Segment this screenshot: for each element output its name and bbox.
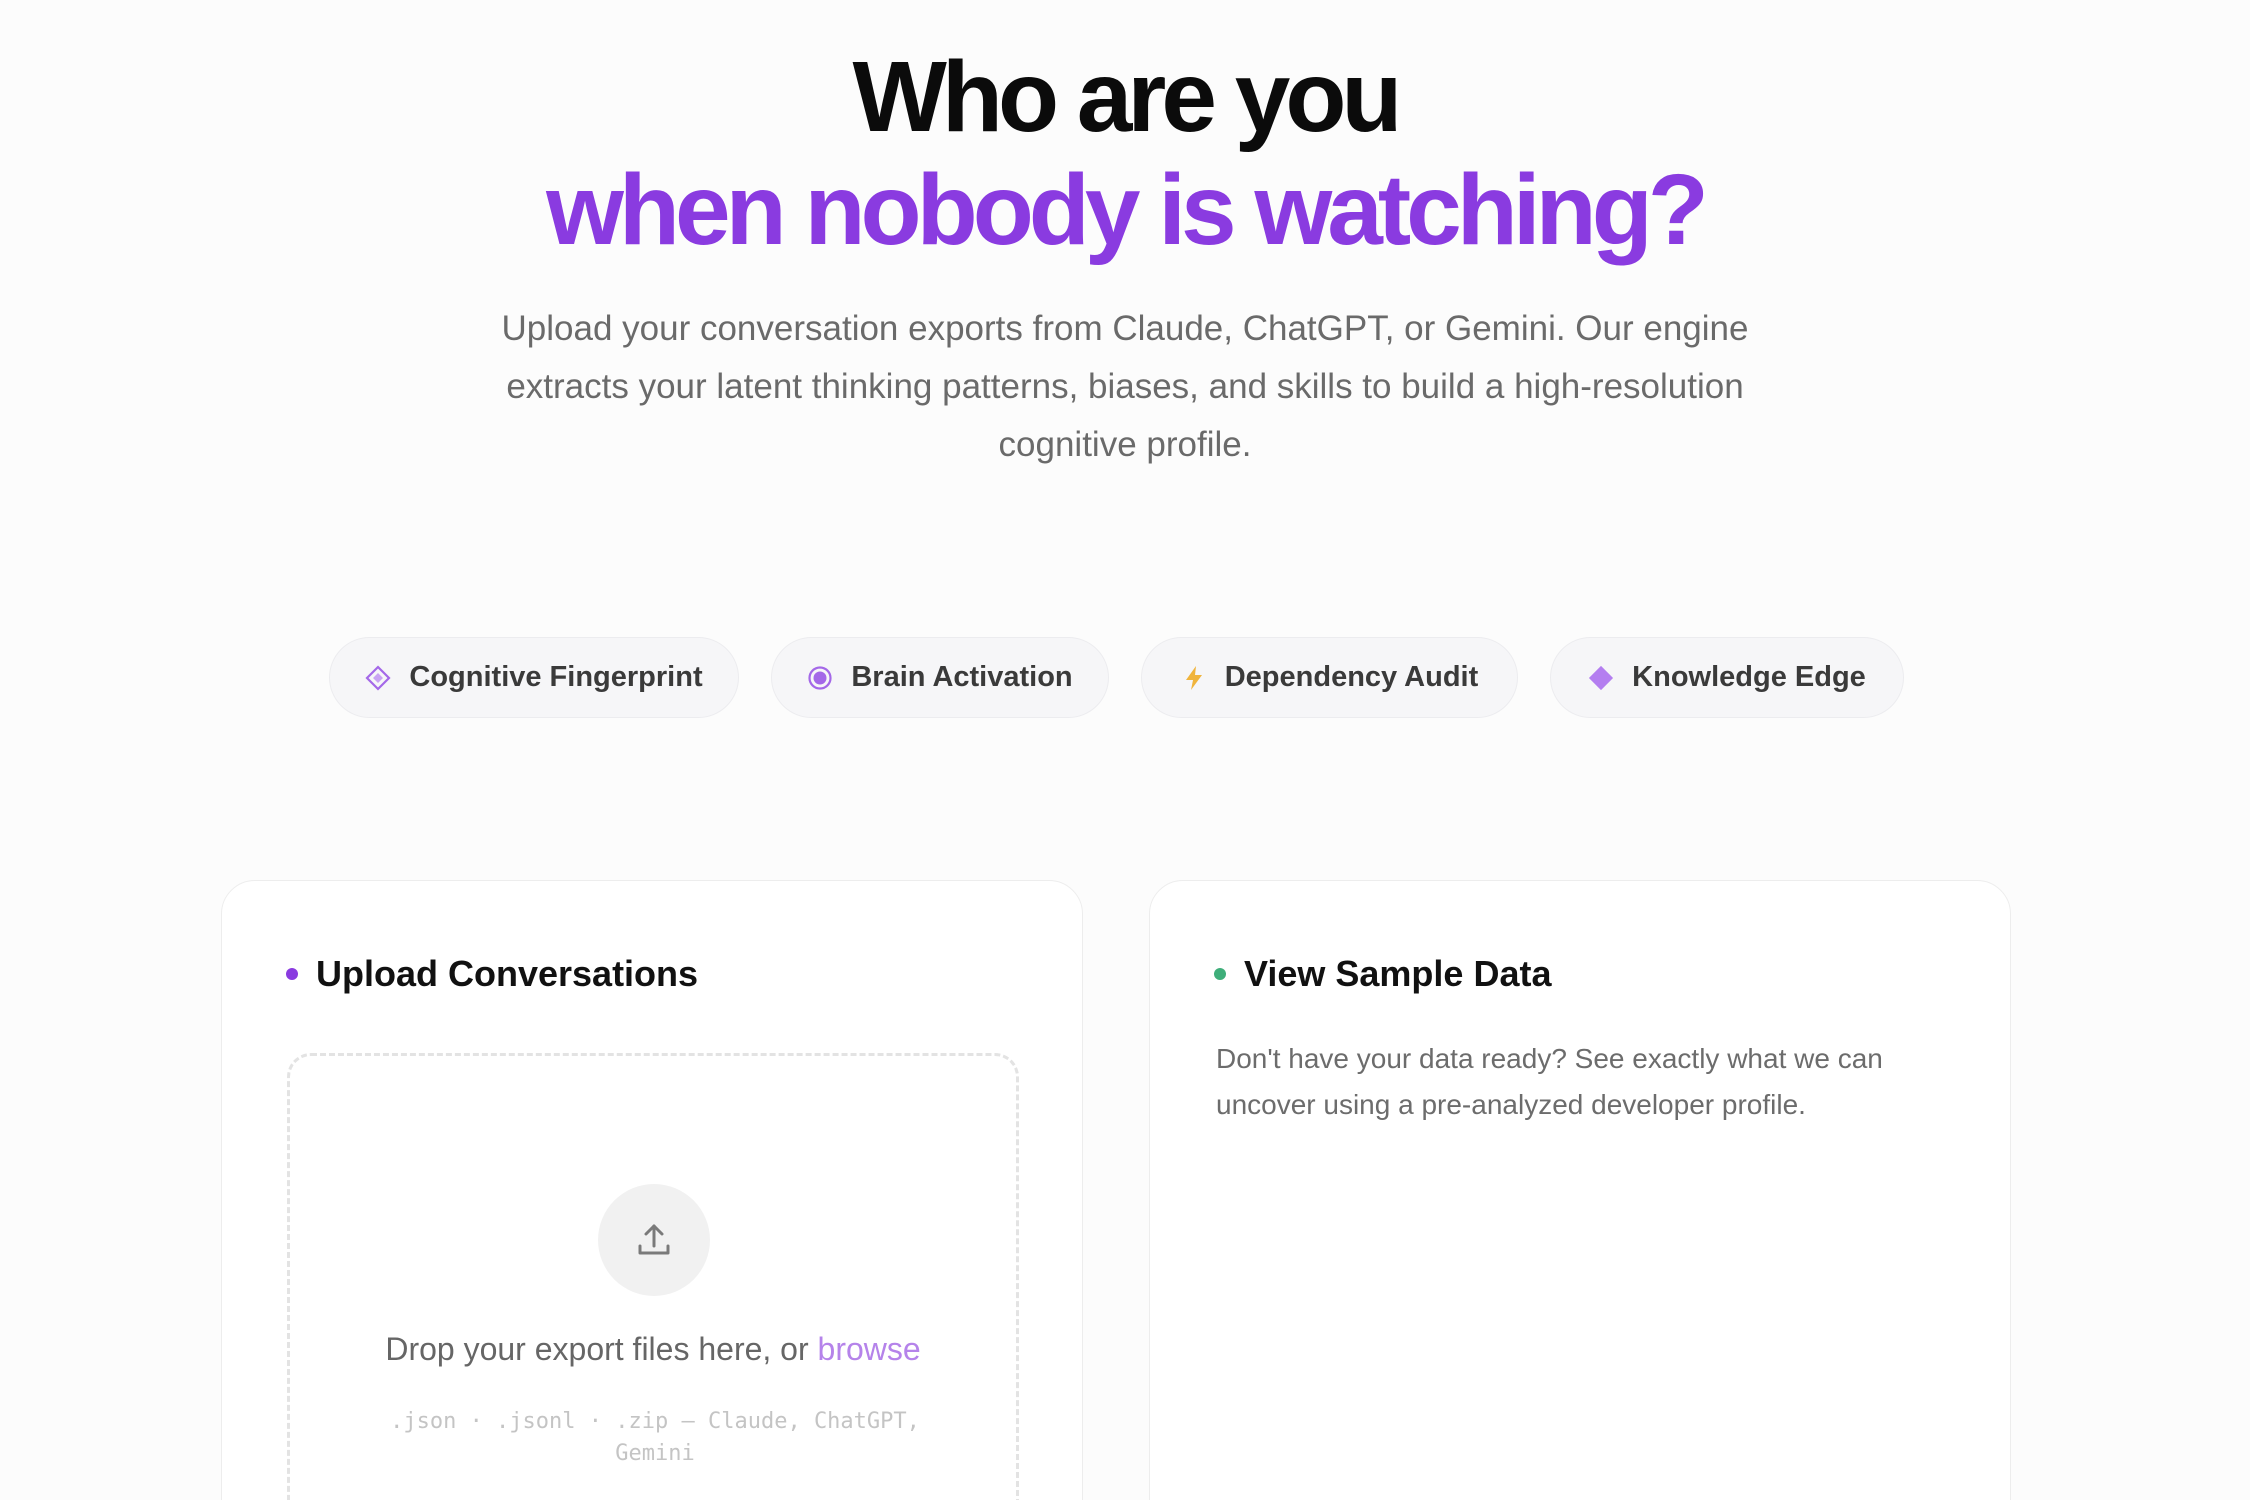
feature-pill-label: Dependency Audit bbox=[1224, 661, 1479, 693]
status-dot bbox=[286, 968, 298, 980]
hero-title-line-2: when nobody is watching? bbox=[546, 154, 1709, 266]
status-dot bbox=[1214, 968, 1226, 980]
page: Who are you when nobody is watching? Upl… bbox=[0, 0, 2250, 1500]
diamond-outline-icon bbox=[365, 664, 391, 691]
target-circle-icon bbox=[807, 665, 833, 691]
feature-pill-knowledge-edge[interactable]: Knowledge Edge bbox=[1550, 637, 1904, 718]
diamond-solid-icon bbox=[1588, 665, 1614, 691]
feature-pill-cognitive-fingerprint[interactable]: Cognitive Fingerprint bbox=[329, 637, 739, 718]
hero-title-line-1: Who are you bbox=[852, 41, 1402, 153]
dropzone-text: Drop your export files here, or browse bbox=[290, 1331, 1016, 1368]
sample-card-title: View Sample Data bbox=[1214, 953, 1551, 995]
lightning-icon bbox=[1181, 665, 1207, 691]
browse-link[interactable]: browse bbox=[818, 1331, 921, 1367]
feature-pills: Cognitive Fingerprint Brain Activation D… bbox=[0, 637, 2250, 720]
dropzone-text-prefix: Drop your export files here, or bbox=[385, 1331, 818, 1367]
sample-card-title-text: View Sample Data bbox=[1244, 953, 1552, 994]
feature-pill-label: Brain Activation bbox=[851, 661, 1073, 693]
feature-pill-dependency-audit[interactable]: Dependency Audit bbox=[1141, 637, 1518, 718]
sample-data-card[interactable]: View Sample Data Don't have your data re… bbox=[1149, 880, 2011, 1500]
hero-subtitle: Upload your conversation exports from Cl… bbox=[501, 309, 1749, 464]
file-dropzone[interactable]: Drop your export files here, or browse .… bbox=[287, 1053, 1019, 1500]
upload-arrow-icon[interactable] bbox=[598, 1184, 710, 1296]
upload-card: Upload Conversations Drop your export fi… bbox=[221, 880, 1083, 1500]
supported-formats: .json · .jsonl · .zip — Claude, ChatGPT,… bbox=[390, 1409, 920, 1466]
upload-card-title-text: Upload Conversations bbox=[316, 953, 699, 994]
sample-card-description: Don't have your data ready? See exactly … bbox=[1216, 1043, 1883, 1120]
feature-pill-label: Cognitive Fingerprint bbox=[409, 661, 703, 693]
feature-pill-label: Knowledge Edge bbox=[1632, 661, 1866, 693]
feature-pill-brain-activation[interactable]: Brain Activation bbox=[771, 637, 1109, 718]
upload-card-title: Upload Conversations bbox=[286, 953, 698, 995]
